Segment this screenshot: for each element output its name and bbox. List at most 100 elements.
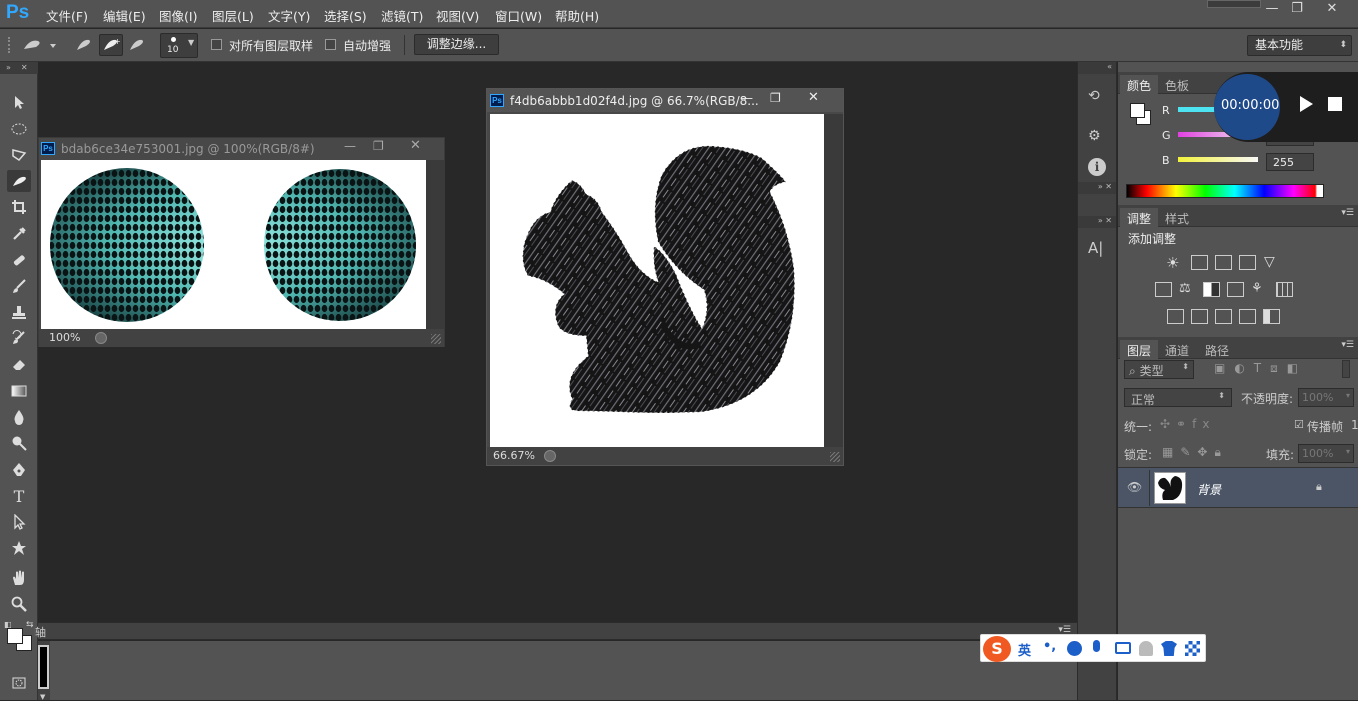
curves-icon[interactable] — [1215, 255, 1232, 270]
menu-filter[interactable]: 滤镜(T) — [381, 6, 423, 25]
ime-punct-toggle[interactable]: •, — [1043, 639, 1056, 654]
photo-filter-icon[interactable] — [1227, 282, 1244, 297]
stop-icon[interactable] — [1328, 97, 1342, 111]
app-close-button[interactable]: ✕ — [1318, 0, 1346, 18]
keyboard-icon[interactable] — [1115, 642, 1131, 654]
tab-adjustments[interactable]: 调整 — [1120, 208, 1159, 227]
dock-collapse-icon[interactable]: « — [1078, 62, 1116, 74]
tab-styles[interactable]: 样式 — [1158, 208, 1196, 227]
custom-shape-tool-icon[interactable] — [7, 537, 31, 559]
marquee-tool-icon[interactable] — [7, 118, 31, 140]
user-icon[interactable] — [1139, 641, 1153, 656]
sogou-logo-icon[interactable]: S — [983, 636, 1011, 662]
color-swatches[interactable]: ◧ ⇆ — [4, 620, 36, 652]
lock-icons[interactable]: ▦✎✥🔒︎ — [1162, 445, 1228, 460]
doc-close-button[interactable]: ✕ — [808, 90, 819, 105]
exposure-icon[interactable] — [1239, 255, 1256, 270]
document-window-1[interactable]: Ps bdab6ce34e753001.jpg @ 100%(RGB/8#) —… — [38, 137, 445, 347]
auto-enhance-checkbox[interactable] — [325, 39, 336, 50]
canvas[interactable] — [41, 160, 426, 329]
doc-minimize-button[interactable]: — — [741, 91, 753, 105]
zoom-level[interactable]: 66.67% — [493, 449, 535, 462]
brightness-contrast-icon[interactable]: ☀ — [1166, 254, 1179, 272]
swap-colors-icon[interactable]: ⇆ — [26, 620, 34, 630]
eyedropper-tool-icon[interactable] — [7, 222, 31, 244]
quick-selection-tool-icon[interactable] — [7, 170, 31, 192]
selective-color-icon[interactable] — [1263, 309, 1280, 324]
ime-lang-toggle[interactable]: 英 — [1018, 640, 1031, 659]
refine-edge-button[interactable]: 调整边缘... — [414, 34, 499, 55]
foreground-color-swatch[interactable] — [1130, 103, 1145, 118]
channel-b-value[interactable]: 255 — [1266, 153, 1314, 171]
vibrance-icon[interactable]: ▽ — [1264, 254, 1275, 270]
add-to-selection-icon[interactable]: + — [99, 34, 123, 56]
posterize-icon[interactable] — [1191, 309, 1208, 324]
lasso-tool-icon[interactable] — [7, 144, 31, 166]
menu-layer[interactable]: 图层(L) — [212, 6, 254, 25]
tab-layers[interactable]: 图层 — [1120, 340, 1159, 359]
menu-help[interactable]: 帮助(H) — [555, 6, 599, 25]
play-icon[interactable] — [1300, 96, 1313, 112]
toolbox-grid-icon[interactable] — [1185, 641, 1200, 656]
crop-tool-icon[interactable] — [7, 196, 31, 218]
zoom-level[interactable]: 100% — [49, 331, 80, 344]
tool-preset-picker[interactable] — [20, 35, 58, 55]
blend-mode-select[interactable]: 正常 ⬍ — [1124, 388, 1232, 407]
sample-all-layers-checkbox[interactable] — [211, 39, 222, 50]
eraser-tool-icon[interactable] — [7, 353, 31, 375]
panel-menu-icon[interactable]: ▾☰ — [1341, 340, 1354, 350]
tab-swatches[interactable]: 色板 — [1158, 75, 1196, 94]
filter-toggle[interactable] — [1342, 360, 1350, 378]
skin-shirt-icon[interactable] — [1161, 641, 1177, 656]
eye-icon[interactable]: 👁︎ — [1127, 480, 1142, 494]
doc-restore-button[interactable]: ❐ — [373, 139, 384, 153]
blur-tool-icon[interactable] — [7, 406, 31, 428]
menu-edit[interactable]: 编辑(E) — [103, 6, 146, 25]
tab-paths[interactable]: 路径 — [1198, 340, 1236, 359]
zoom-tool-icon[interactable] — [7, 593, 31, 615]
resize-grip-icon[interactable] — [830, 452, 840, 462]
panel-menu-icon[interactable]: ▾☰ — [1341, 208, 1354, 218]
pen-tool-icon[interactable] — [7, 459, 31, 481]
menu-type[interactable]: 文字(Y) — [268, 6, 310, 25]
tab-channels[interactable]: 通道 — [1158, 340, 1196, 359]
doc-minimize-button[interactable]: — — [344, 139, 356, 153]
brush-size-picker[interactable]: 10 ▼ — [160, 33, 198, 58]
unify-icons[interactable]: ✣⚭fx — [1160, 417, 1215, 431]
collapse-icon[interactable]: » — [6, 63, 11, 72]
workspace-select[interactable]: 基本功能 ⬍ — [1247, 35, 1352, 56]
dodge-tool-icon[interactable] — [7, 432, 31, 454]
new-selection-icon[interactable] — [74, 35, 94, 55]
fill-input[interactable]: 100% ▾ — [1298, 444, 1354, 463]
type-tool-icon[interactable]: T — [7, 485, 31, 507]
character-panel-icon[interactable]: A| — [1088, 239, 1108, 259]
resize-grip-icon[interactable] — [431, 334, 441, 344]
status-info-icon[interactable] — [544, 450, 556, 462]
document-window-2[interactable]: Ps f4db6abbb1d02f4d.jpg @ 66.7%(RGB/8...… — [486, 88, 844, 466]
info-panel-icon[interactable]: i — [1088, 158, 1106, 176]
color-lookup-icon[interactable] — [1276, 282, 1293, 297]
channel-b-slider[interactable] — [1178, 157, 1258, 162]
menu-view[interactable]: 视图(V) — [436, 6, 479, 25]
quick-mask-icon[interactable] — [7, 672, 31, 694]
app-restore-button[interactable]: ❐ — [1283, 0, 1311, 18]
document-titlebar[interactable]: Ps f4db6abbb1d02f4d.jpg @ 66.7%(RGB/8...… — [487, 89, 843, 112]
tab-color[interactable]: 颜色 — [1120, 75, 1159, 94]
emoji-icon[interactable] — [1067, 641, 1082, 656]
menu-select[interactable]: 选择(S) — [324, 6, 367, 25]
color-spectrum[interactable] — [1126, 184, 1324, 198]
gradient-tool-icon[interactable] — [7, 380, 31, 402]
menu-image[interactable]: 图像(I) — [159, 6, 197, 25]
vertical-scrollbar[interactable] — [426, 160, 444, 329]
history-brush-tool-icon[interactable] — [7, 327, 31, 349]
layer-row[interactable]: 👁︎ 背景 🔒︎ — [1118, 467, 1358, 508]
layer-filter-select[interactable]: ⌕ 类型 ⬍ — [1124, 360, 1194, 379]
opacity-input[interactable]: 100% ▾ — [1298, 388, 1354, 407]
document-titlebar[interactable]: Ps bdab6ce34e753001.jpg @ 100%(RGB/8#) —… — [39, 138, 444, 160]
history-panel-icon[interactable]: ⟲ — [1088, 88, 1108, 108]
threshold-icon[interactable] — [1215, 309, 1232, 324]
brush-tool-icon[interactable] — [7, 275, 31, 297]
properties-panel-icon[interactable]: ⚙ — [1088, 128, 1108, 148]
color-balance-icon[interactable]: ⚖ — [1179, 281, 1191, 296]
layer-name[interactable]: 背景 — [1197, 481, 1221, 498]
